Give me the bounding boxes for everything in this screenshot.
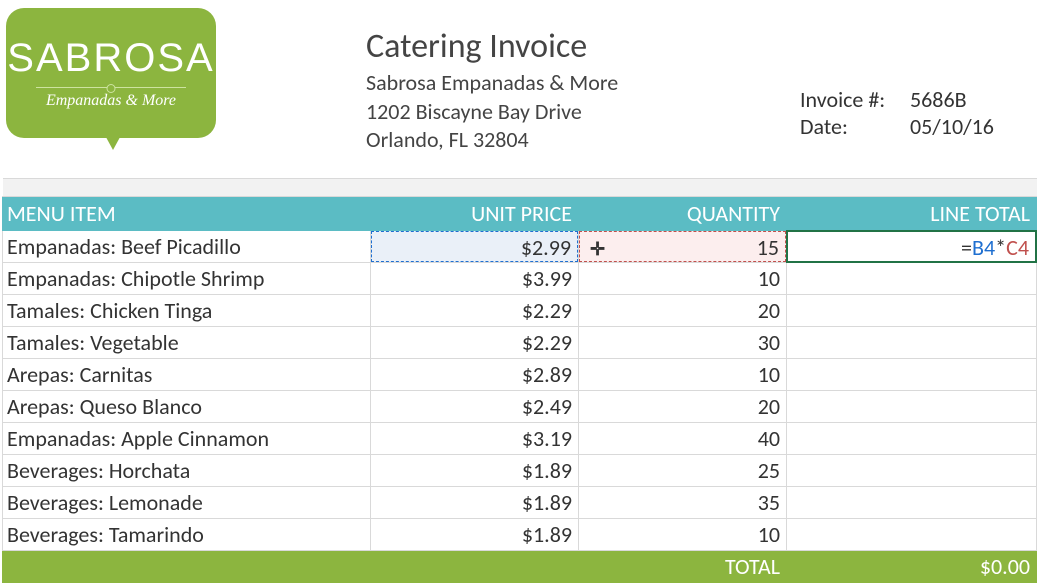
spacer-row [3,179,1037,197]
cell-line-total[interactable] [787,423,1037,455]
cell-line-total[interactable] [787,359,1037,391]
cursor-icon: ✛ [590,238,605,260]
invoice-header: SABROSA Empanadas & More Catering Invoic… [0,0,1038,178]
col-unit-price: UNIT PRICE [371,197,579,231]
cell-unit-price[interactable]: $1.89 [371,487,579,519]
table-row[interactable]: Beverages: Tamarindo $1.89 10 [3,519,1037,551]
cell-menu[interactable]: Beverages: Horchata [3,455,371,487]
cell-formula-editing[interactable]: =B4*C4 [787,231,1037,263]
vendor-addr2: Orlando, FL 32804 [366,126,618,155]
cell-line-total[interactable] [787,487,1037,519]
cell-line-total[interactable] [787,263,1037,295]
cell-unit-price[interactable]: $2.49 [371,391,579,423]
cell-quantity[interactable]: 20 [579,295,787,327]
cell-unit-price[interactable]: $2.29 [371,327,579,359]
cell-line-total[interactable] [787,455,1037,487]
cell-quantity-selected[interactable]: ✛ 15 [579,231,787,263]
table-row[interactable]: Tamales: Chicken Tinga $2.29 20 [3,295,1037,327]
cell-menu[interactable]: Empanadas: Chipotle Shrimp [3,263,371,295]
cell-unit-price[interactable]: $1.89 [371,519,579,551]
table-row[interactable]: Arepas: Carnitas $2.89 10 [3,359,1037,391]
cell-quantity[interactable]: 30 [579,327,787,359]
cell-menu[interactable]: Arepas: Carnitas [3,359,371,391]
total-row: TOTAL $0.00 [3,551,1037,583]
invoice-date-value: 05/10/16 [910,113,1010,140]
cell-menu[interactable]: Arepas: Queso Blanco [3,391,371,423]
column-header-row: MENU ITEM UNIT PRICE QUANTITY LINE TOTAL [3,197,1037,231]
cell-unit-price[interactable]: $3.19 [371,423,579,455]
invoice-table[interactable]: MENU ITEM UNIT PRICE QUANTITY LINE TOTAL… [2,178,1037,583]
cell-quantity[interactable]: 20 [579,391,787,423]
cell-menu[interactable]: Tamales: Chicken Tinga [3,295,371,327]
cell-quantity[interactable]: 10 [579,519,787,551]
invoice-title: Catering Invoice [366,26,618,67]
cell-unit-price[interactable]: $2.89 [371,359,579,391]
invoice-meta: Invoice #: 5686B Date: 05/10/16 [800,8,1038,158]
cell-unit-price[interactable]: $3.99 [371,263,579,295]
cell-line-total[interactable] [787,391,1037,423]
cell-quantity[interactable]: 25 [579,455,787,487]
cell-line-total[interactable] [787,519,1037,551]
cell-quantity[interactable]: 40 [579,423,787,455]
cell-unit-price-selected[interactable]: $2.99 [371,231,579,263]
cell-menu[interactable]: Empanadas: Apple Cinnamon [3,423,371,455]
vendor-addr1: 1202 Biscayne Bay Drive [366,98,618,127]
logo-subtitle: Empanadas & More [46,92,176,110]
cell-quantity[interactable]: 10 [579,359,787,391]
logo-title: SABROSA [7,36,214,81]
table-row[interactable]: Empanadas: Chipotle Shrimp $3.99 10 [3,263,1037,295]
invoice-date-label: Date: [800,113,910,140]
col-menu-item: MENU ITEM [3,197,371,231]
table-row[interactable]: Empanadas: Beef Picadillo $2.99 ✛ 15 =B4… [3,231,1037,263]
col-quantity: QUANTITY [579,197,787,231]
cell-menu[interactable]: Tamales: Vegetable [3,327,371,359]
cell-line-total[interactable] [787,295,1037,327]
invoice-number-label: Invoice #: [800,86,910,113]
cell-line-total[interactable] [787,327,1037,359]
invoice-number-value: 5686B [910,86,1010,113]
cell-menu[interactable]: Beverages: Tamarindo [3,519,371,551]
total-value: $0.00 [787,551,1037,583]
table-row[interactable]: Empanadas: Apple Cinnamon $3.19 40 [3,423,1037,455]
vendor-block: Catering Invoice Sabrosa Empanadas & Mor… [366,8,618,158]
vendor-name: Sabrosa Empanadas & More [366,69,618,98]
table-row[interactable]: Arepas: Queso Blanco $2.49 20 [3,391,1037,423]
cell-menu[interactable]: Empanadas: Beef Picadillo [3,231,371,263]
logo: SABROSA Empanadas & More [6,8,226,158]
table-row[interactable]: Beverages: Horchata $1.89 25 [3,455,1037,487]
table-row[interactable]: Beverages: Lemonade $1.89 35 [3,487,1037,519]
cell-quantity[interactable]: 35 [579,487,787,519]
cell-quantity[interactable]: 10 [579,263,787,295]
cell-unit-price[interactable]: $2.29 [371,295,579,327]
cell-menu[interactable]: Beverages: Lemonade [3,487,371,519]
col-line-total: LINE TOTAL [787,197,1037,231]
cell-unit-price[interactable]: $1.89 [371,455,579,487]
total-label: TOTAL [579,551,787,583]
table-row[interactable]: Tamales: Vegetable $2.29 30 [3,327,1037,359]
